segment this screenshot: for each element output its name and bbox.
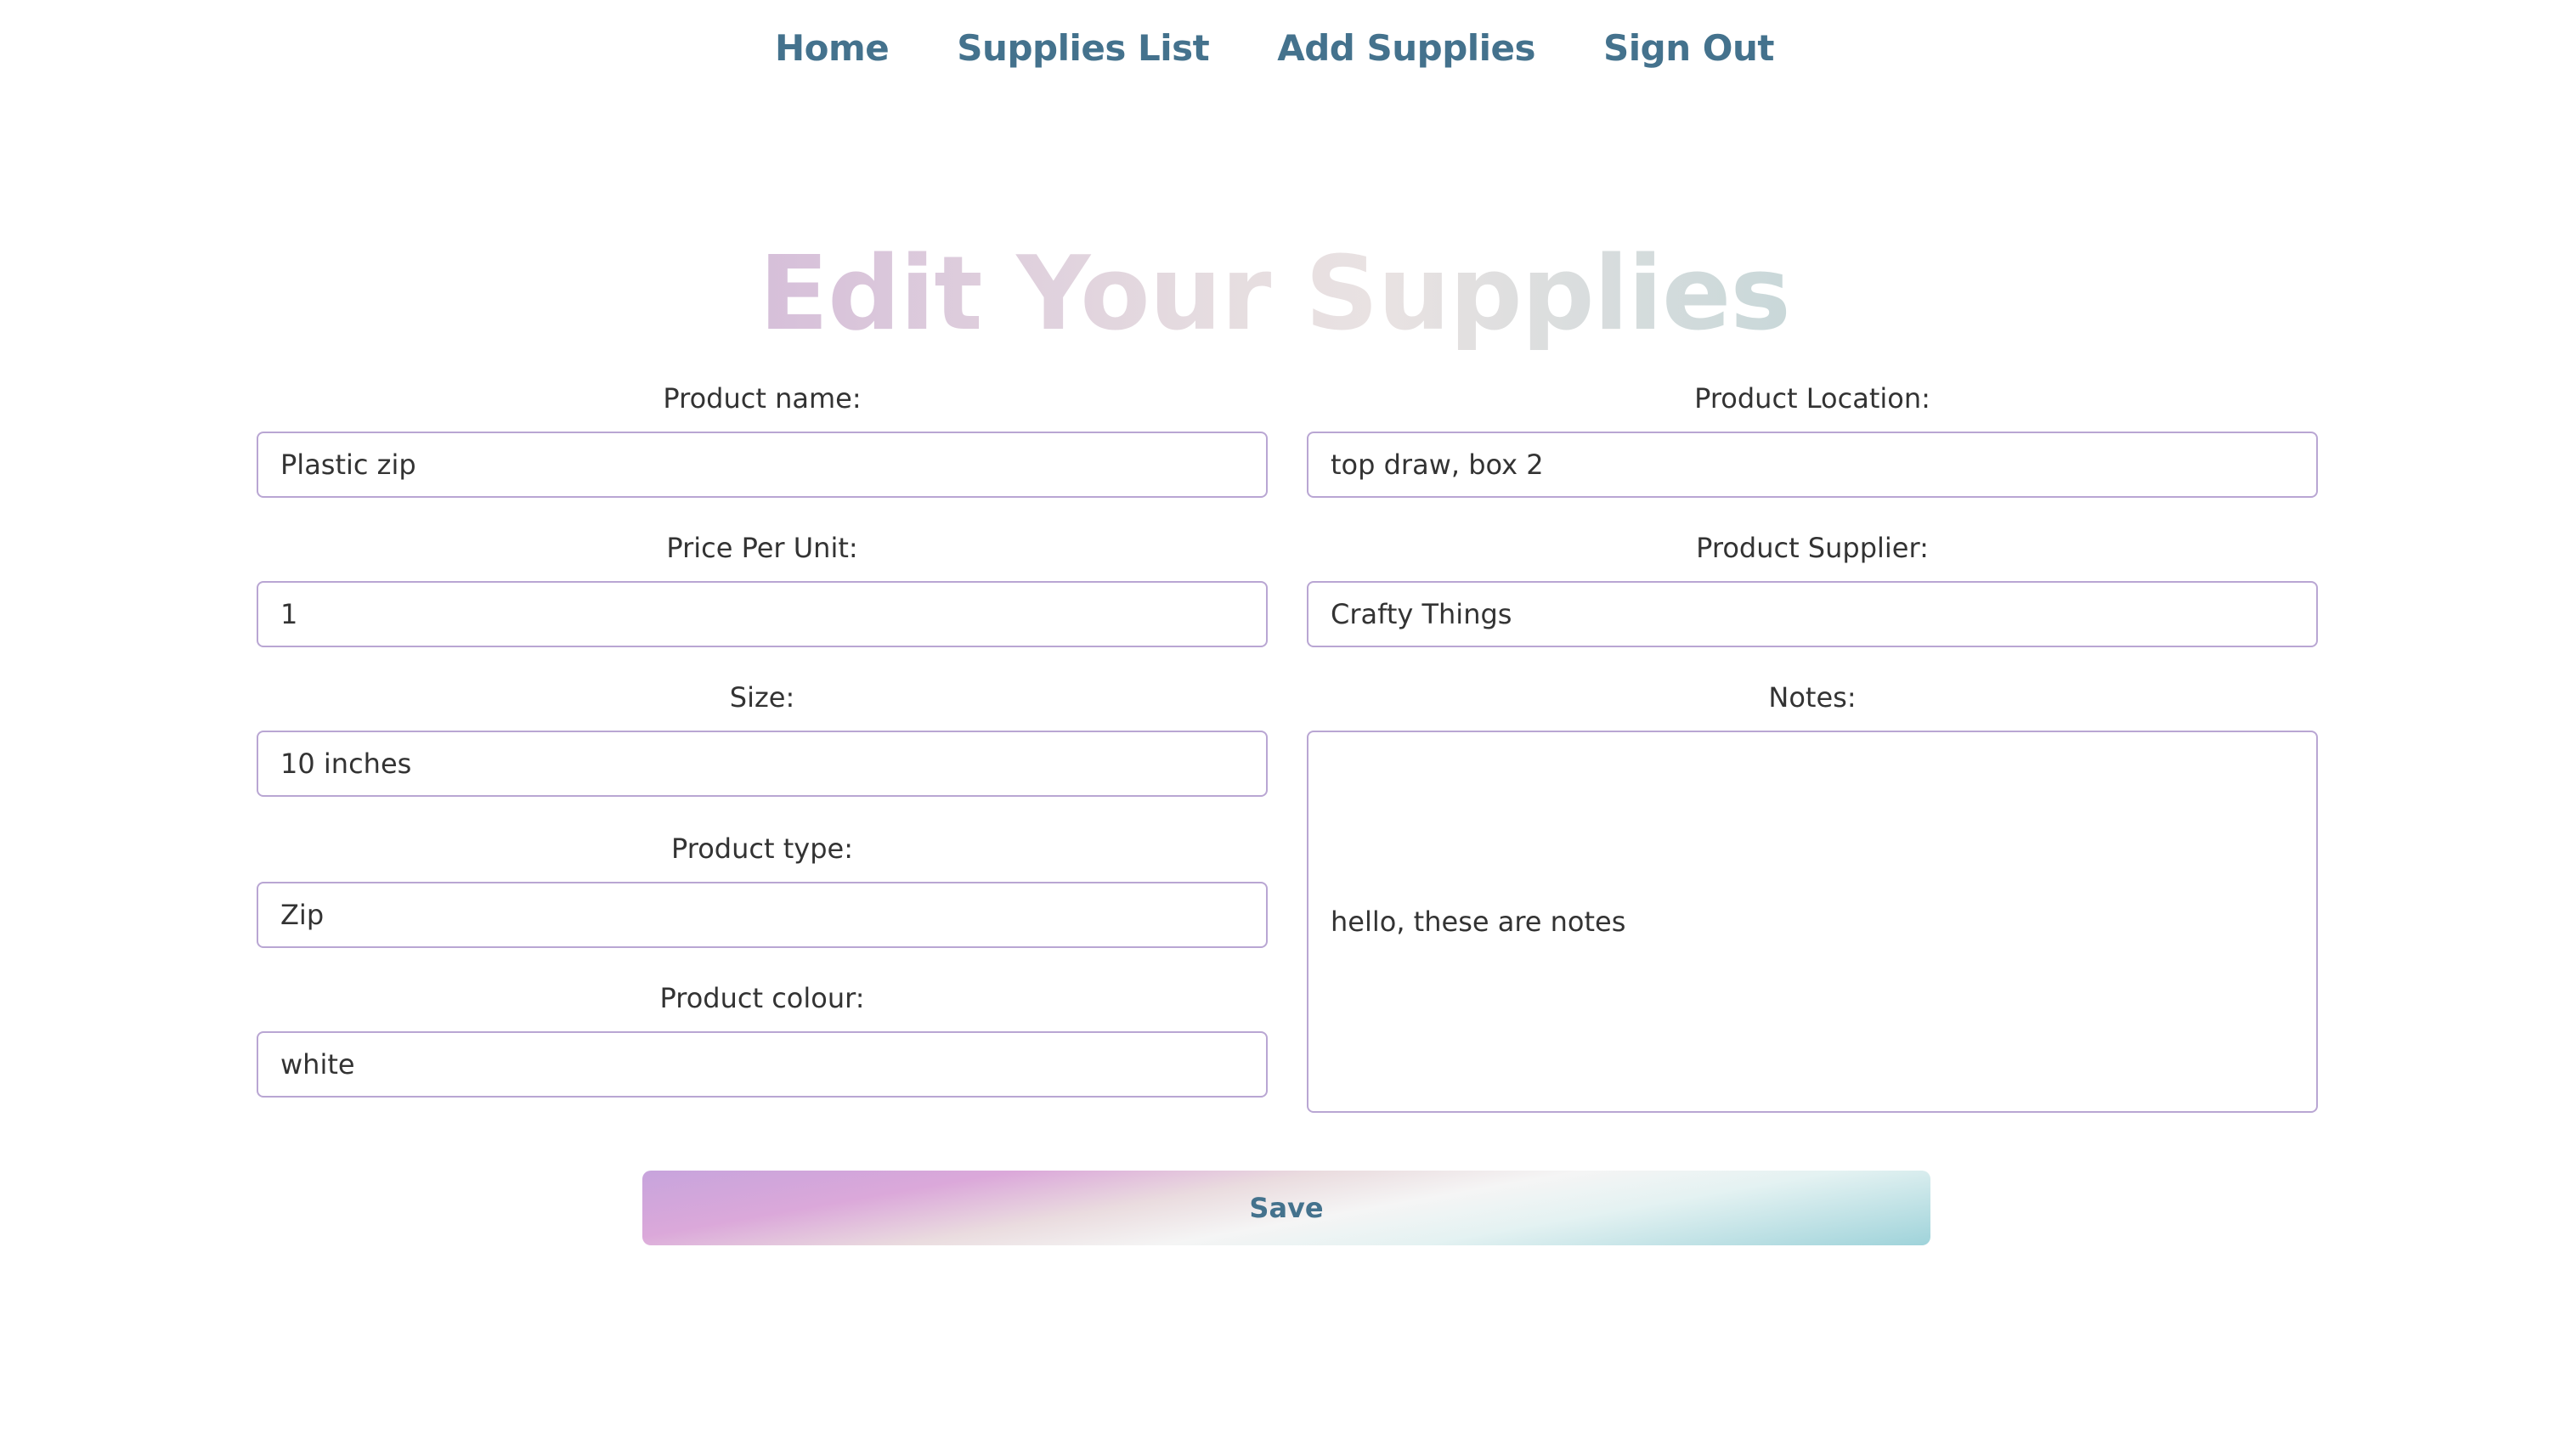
price-per-unit-input[interactable]: 1 bbox=[257, 581, 1268, 647]
product-name-input[interactable]: Plastic zip bbox=[257, 432, 1268, 498]
price-per-unit-field: Price Per Unit: 1 bbox=[257, 527, 1268, 647]
product-colour-input[interactable]: white bbox=[257, 1031, 1268, 1098]
page-title-text: Edit Your Supplies bbox=[759, 235, 1791, 353]
nav-home-link[interactable]: Home bbox=[775, 27, 890, 69]
size-input[interactable]: 10 inches bbox=[257, 731, 1268, 797]
product-supplier-input[interactable]: Crafty Things bbox=[1307, 581, 2318, 647]
page-title: Edit Your Supplies bbox=[0, 223, 2549, 367]
nav-sign-out-link[interactable]: Sign Out bbox=[1603, 27, 1774, 69]
product-type-label: Product type: bbox=[671, 832, 853, 865]
product-colour-field: Product colour: white bbox=[257, 977, 1268, 1098]
product-name-field: Product name: Plastic zip bbox=[257, 377, 1268, 498]
notes-label: Notes: bbox=[1768, 681, 1857, 714]
nav-supplies-list-link[interactable]: Supplies List bbox=[957, 27, 1209, 69]
product-location-input[interactable]: top draw, box 2 bbox=[1307, 432, 2318, 498]
product-type-field: Product type: Zip bbox=[257, 827, 1268, 948]
size-label: Size: bbox=[729, 681, 795, 714]
nav-add-supplies-link[interactable]: Add Supplies bbox=[1277, 27, 1535, 69]
price-per-unit-label: Price Per Unit: bbox=[666, 532, 858, 564]
product-colour-label: Product colour: bbox=[659, 982, 865, 1014]
top-nav: Home Supplies List Add Supplies Sign Out bbox=[0, 15, 2549, 80]
save-button[interactable]: Save bbox=[642, 1171, 1930, 1245]
notes-field: Notes: hello, these are notes bbox=[1307, 676, 2318, 1113]
notes-text: hello, these are notes bbox=[1331, 906, 1626, 938]
size-field: Size: 10 inches bbox=[257, 676, 1268, 797]
product-location-field: Product Location: top draw, box 2 bbox=[1307, 377, 2318, 498]
product-location-label: Product Location: bbox=[1694, 382, 1930, 415]
notes-textarea[interactable]: hello, these are notes bbox=[1307, 731, 2318, 1113]
product-name-label: Product name: bbox=[663, 382, 862, 415]
product-type-input[interactable]: Zip bbox=[257, 882, 1268, 948]
product-supplier-label: Product Supplier: bbox=[1696, 532, 1929, 564]
product-supplier-field: Product Supplier: Crafty Things bbox=[1307, 527, 2318, 647]
